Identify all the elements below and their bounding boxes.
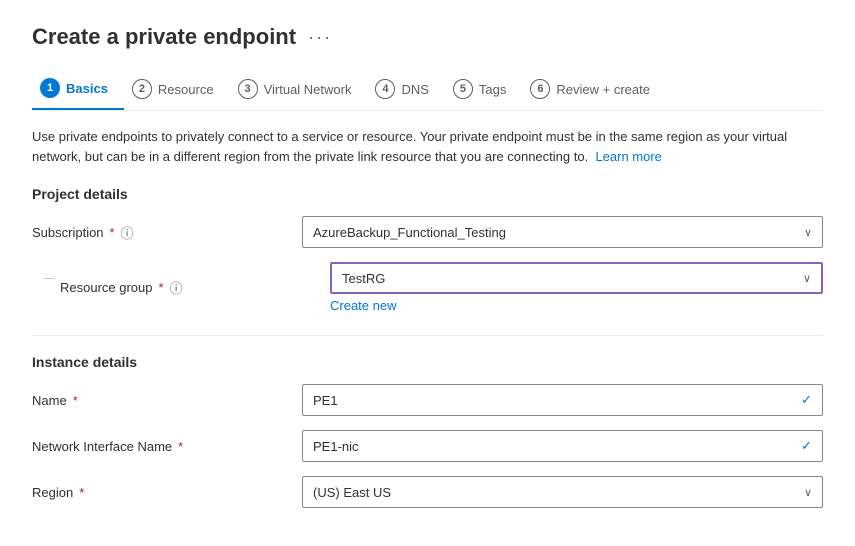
resource-group-row: Resource group * ⓘ TestRG ∨ Create new [60, 262, 823, 313]
subscription-row: Subscription * ⓘ AzureBackup_Functional_… [32, 216, 823, 248]
subscription-value: AzureBackup_Functional_Testing [313, 225, 798, 240]
step-resource[interactable]: 2 Resource [124, 69, 230, 109]
network-interface-value: PE1-nic [313, 439, 795, 454]
name-dropdown[interactable]: PE1 ✓ [302, 384, 823, 416]
region-chevron-icon: ∨ [804, 486, 812, 499]
subscription-label: Subscription [32, 225, 104, 240]
network-interface-check-icon: ✓ [801, 438, 812, 454]
resource-group-chevron-icon: ∨ [803, 272, 811, 285]
step-virtual-network-number: 3 [238, 79, 258, 99]
learn-more-link[interactable]: Learn more [595, 149, 661, 164]
wizard-steps: 1 Basics 2 Resource 3 Virtual Network 4 … [32, 68, 823, 111]
step-basics[interactable]: 1 Basics [32, 68, 124, 110]
resource-group-content: Resource group * ⓘ TestRG ∨ Create new [60, 262, 823, 317]
network-interface-dropdown[interactable]: PE1-nic ✓ [302, 430, 823, 462]
name-required: * [73, 393, 78, 408]
name-label: Name [32, 393, 67, 408]
project-details-header: Project details [32, 186, 823, 202]
region-control-col: (US) East US ∨ [302, 476, 823, 508]
subscription-chevron-icon: ∨ [804, 226, 812, 239]
create-new-link[interactable]: Create new [330, 298, 396, 313]
region-dropdown[interactable]: (US) East US ∨ [302, 476, 823, 508]
section-divider [32, 335, 823, 336]
instance-details-header: Instance details [32, 354, 823, 370]
subscription-control-col: AzureBackup_Functional_Testing ∨ [302, 216, 823, 248]
region-label-col: Region * [32, 485, 302, 500]
network-interface-label-col: Network Interface Name * [32, 439, 302, 454]
network-interface-label: Network Interface Name [32, 439, 172, 454]
network-interface-required: * [178, 439, 183, 454]
network-interface-control-col: PE1-nic ✓ [302, 430, 823, 462]
region-required: * [79, 485, 84, 500]
step-tags[interactable]: 5 Tags [445, 69, 522, 109]
step-virtual-network-label: Virtual Network [264, 82, 352, 97]
resource-group-value: TestRG [342, 271, 797, 286]
ellipsis-menu-icon[interactable]: ··· [308, 27, 332, 48]
step-review-create[interactable]: 6 Review + create [522, 69, 666, 109]
description-text: Use private endpoints to privately conne… [32, 127, 823, 166]
step-review-create-number: 6 [530, 79, 550, 99]
step-tags-number: 5 [453, 79, 473, 99]
region-label: Region [32, 485, 73, 500]
resource-group-required: * [159, 280, 164, 295]
resource-group-info-icon[interactable]: ⓘ [170, 278, 183, 297]
step-virtual-network[interactable]: 3 Virtual Network [230, 69, 368, 109]
step-basics-label: Basics [66, 81, 108, 96]
resource-group-dropdown[interactable]: TestRG ∨ [330, 262, 823, 294]
resource-group-outer-row: Resource group * ⓘ TestRG ∨ Create new [32, 262, 823, 317]
description-main: Use private endpoints to privately conne… [32, 129, 787, 164]
resource-group-label: Resource group [60, 280, 153, 295]
subscription-info-icon[interactable]: ⓘ [121, 223, 134, 242]
step-resource-number: 2 [132, 79, 152, 99]
subscription-label-col: Subscription * ⓘ [32, 223, 302, 242]
name-check-icon: ✓ [801, 392, 812, 408]
step-resource-label: Resource [158, 82, 214, 97]
step-dns-label: DNS [401, 82, 428, 97]
page-title-row: Create a private endpoint ··· [32, 24, 823, 50]
region-value: (US) East US [313, 485, 798, 500]
resource-group-control-col: TestRG ∨ Create new [330, 262, 823, 313]
step-tags-label: Tags [479, 82, 506, 97]
name-row: Name * PE1 ✓ [32, 384, 823, 416]
step-review-create-label: Review + create [556, 82, 650, 97]
region-row: Region * (US) East US ∨ [32, 476, 823, 508]
network-interface-row: Network Interface Name * PE1-nic ✓ [32, 430, 823, 462]
subscription-dropdown[interactable]: AzureBackup_Functional_Testing ∨ [302, 216, 823, 248]
name-label-col: Name * [32, 393, 302, 408]
step-dns-number: 4 [375, 79, 395, 99]
step-basics-number: 1 [40, 78, 60, 98]
subscription-required: * [110, 225, 115, 240]
name-value: PE1 [313, 393, 795, 408]
step-dns[interactable]: 4 DNS [367, 69, 444, 109]
name-control-col: PE1 ✓ [302, 384, 823, 416]
resource-group-label-col: Resource group * ⓘ [60, 278, 330, 297]
page-title: Create a private endpoint [32, 24, 296, 50]
